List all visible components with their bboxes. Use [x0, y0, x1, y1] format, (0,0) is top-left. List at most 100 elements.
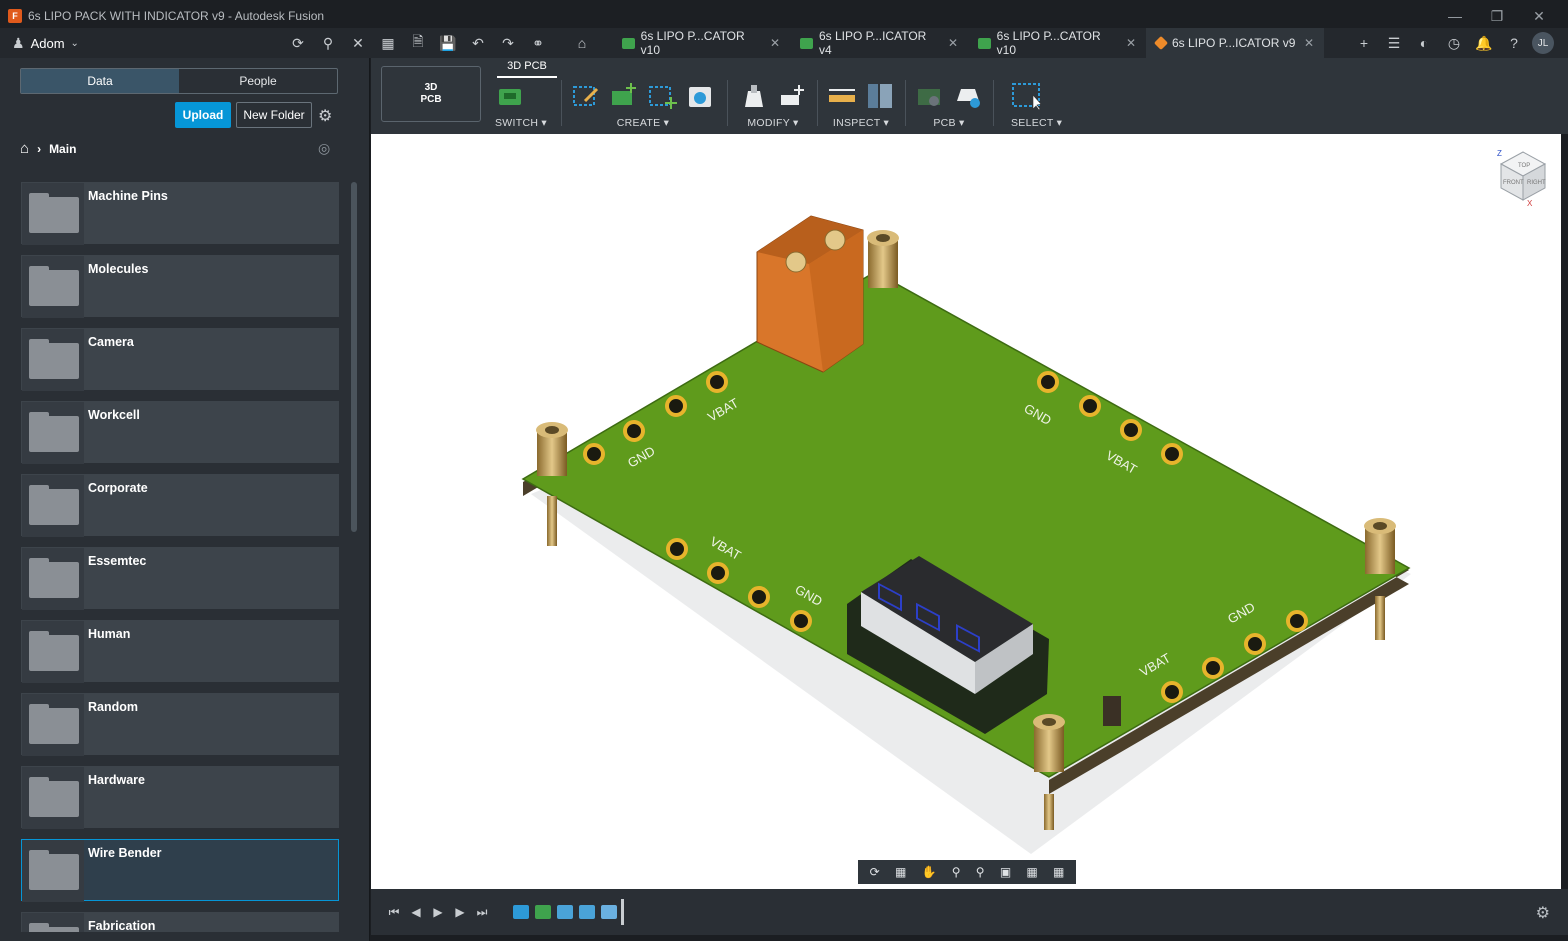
go-to-start-icon[interactable]: ⏮	[383, 905, 405, 920]
breadcrumb-current[interactable]: Main	[49, 142, 76, 156]
switch-menu[interactable]: SWITCH	[495, 117, 538, 129]
display-settings-icon[interactable]: ▣	[1000, 865, 1011, 879]
search-icon[interactable]: ⚲	[316, 31, 340, 55]
undo-icon[interactable]: ↶	[466, 31, 490, 55]
notifications-icon[interactable]: 🔔	[1472, 31, 1496, 55]
user-avatar[interactable]: JL	[1532, 32, 1554, 54]
document-tab[interactable]: 6s LIPO P...ICATOR v4 ✕	[790, 28, 968, 58]
grid-icon[interactable]: ▦	[1026, 865, 1037, 879]
create-group: CREATE ▾	[571, 78, 715, 132]
go-to-end-icon[interactable]: ⏭	[471, 905, 493, 920]
sketch-icon[interactable]	[571, 81, 601, 111]
folder-item[interactable]: Workcell	[21, 401, 339, 464]
folder-item[interactable]: Corporate	[21, 474, 339, 537]
folder-icon	[22, 621, 84, 683]
play-icon[interactable]: ▶	[427, 905, 449, 919]
pan-icon[interactable]: ✋	[922, 865, 937, 879]
grid-menu-icon[interactable]: ▦	[376, 31, 400, 55]
globe-icon[interactable]: ◎	[318, 140, 330, 157]
folder-item[interactable]: Camera	[21, 328, 339, 391]
chevron-right-icon: ›	[37, 141, 42, 156]
step-back-icon[interactable]: ◀	[405, 905, 427, 919]
file-menu-icon[interactable]: 🗎	[406, 31, 430, 55]
timeline-marker[interactable]	[621, 899, 624, 925]
timeline-feature-icon[interactable]	[513, 905, 529, 919]
viewcube-front-label: FRONT	[1503, 180, 1524, 186]
folder-item[interactable]: Random	[21, 693, 339, 756]
folder-item[interactable]: Hardware	[21, 766, 339, 829]
save-icon[interactable]: 💾	[436, 31, 460, 55]
close-tab-icon[interactable]: ✕	[1304, 36, 1314, 50]
folder-item[interactable]: Essemtec	[21, 547, 339, 610]
inspect-menu[interactable]: INSPECT	[833, 117, 880, 129]
create-menu[interactable]: CREATE	[617, 117, 661, 129]
modify-package-icon[interactable]	[739, 81, 769, 111]
view-cube[interactable]: TOP FRONT RIGHT Z X	[1497, 149, 1547, 208]
modify-menu[interactable]: MODIFY	[747, 117, 789, 129]
step-forward-icon[interactable]: ▶	[449, 905, 471, 919]
timeline-feature-icon[interactable]	[579, 905, 595, 919]
folder-item[interactable]: Human	[21, 620, 339, 683]
home-icon[interactable]: ⌂	[570, 31, 594, 55]
folder-item[interactable]: Molecules	[21, 255, 339, 318]
tab-label: 6s LIPO P...CATOR v10	[640, 29, 745, 57]
job-status-icon[interactable]: ◐	[1412, 31, 1436, 55]
team-selector[interactable]: ♟ Adom ⌄	[0, 35, 280, 52]
upload-button[interactable]: Upload	[175, 102, 231, 128]
link-icon[interactable]: ⚭	[526, 31, 550, 55]
look-at-icon[interactable]: ▦	[895, 865, 906, 879]
workspace-switcher[interactable]: 3D PCB	[381, 66, 481, 122]
fit-icon[interactable]: ⚲	[976, 865, 985, 879]
switch-board-icon[interactable]	[495, 81, 525, 111]
timeline-feature-icon[interactable]	[557, 905, 573, 919]
select-menu[interactable]: SELECT	[1011, 117, 1053, 129]
refresh-icon[interactable]: ⟳	[286, 31, 310, 55]
move-component-icon[interactable]	[777, 81, 807, 111]
new-tab-icon[interactable]: +	[1352, 31, 1376, 55]
zoom-icon[interactable]: ⚲	[952, 865, 961, 879]
tab-people[interactable]: People	[179, 69, 337, 93]
close-tab-icon[interactable]: ✕	[948, 36, 958, 50]
section-analysis-icon[interactable]	[865, 81, 895, 111]
window-title: 6s LIPO PACK WITH INDICATOR v9 - Autodes…	[28, 9, 325, 23]
redo-icon[interactable]: ↷	[496, 31, 520, 55]
small-connector	[1103, 696, 1121, 726]
tab-data[interactable]: Data	[21, 69, 179, 93]
timeline-feature-icon[interactable]	[601, 905, 617, 919]
create-outline-icon[interactable]	[647, 81, 677, 111]
viewcube-right-label: RIGHT	[1527, 180, 1546, 186]
gear-icon[interactable]: ⚙	[318, 106, 332, 126]
folder-scrollbar[interactable]	[351, 182, 357, 532]
team-icon: ♟	[12, 34, 25, 51]
viewports-icon[interactable]: ▦	[1053, 865, 1064, 879]
switch-group: SWITCH ▾	[495, 78, 547, 132]
orbit-icon[interactable]: ⟳	[870, 865, 880, 879]
measure-icon[interactable]	[827, 81, 857, 111]
document-tab[interactable]: 6s LIPO P...CATOR v10 ✕	[968, 28, 1146, 58]
timeline-feature-icon[interactable]	[535, 905, 551, 919]
create-board-icon[interactable]	[609, 81, 639, 111]
viewcube-top-label: TOP	[1518, 163, 1530, 169]
tab-3d-pcb[interactable]: 3D PCB	[497, 60, 557, 78]
pcb-3d-model[interactable]: VBAT GND GND VBAT VBAT GND GND VBAT TOP …	[371, 134, 1561, 889]
folder-item[interactable]: Machine Pins	[21, 182, 339, 245]
close-tab-icon[interactable]: ✕	[770, 36, 780, 50]
folder-item[interactable]: Fabrication	[21, 912, 339, 932]
timeline-settings-icon[interactable]: ⚙	[1536, 903, 1550, 923]
new-folder-button[interactable]: New Folder	[236, 102, 312, 128]
home-icon[interactable]: ⌂	[20, 140, 29, 157]
extensions-icon[interactable]: ☰	[1382, 31, 1406, 55]
create-component-icon[interactable]	[685, 81, 715, 111]
pcb-push-icon[interactable]	[915, 81, 945, 111]
document-tab-active[interactable]: 6s LIPO P...ICATOR v9 ✕	[1146, 28, 1324, 58]
pcb-settings-icon[interactable]	[953, 81, 983, 111]
pcb-menu[interactable]: PCB	[933, 117, 956, 129]
document-tab[interactable]: 6s LIPO P...CATOR v10 ✕	[612, 28, 790, 58]
close-tab-icon[interactable]: ✕	[1126, 36, 1136, 50]
clock-icon[interactable]: ◷	[1442, 31, 1466, 55]
close-panel-icon[interactable]: ✕	[346, 31, 370, 55]
folder-item-selected[interactable]: Wire Bender	[21, 839, 339, 902]
canvas-viewport[interactable]: VBAT GND GND VBAT VBAT GND GND VBAT TOP …	[371, 134, 1561, 889]
select-window-icon[interactable]	[1011, 81, 1042, 111]
help-icon[interactable]: ?	[1502, 31, 1526, 55]
